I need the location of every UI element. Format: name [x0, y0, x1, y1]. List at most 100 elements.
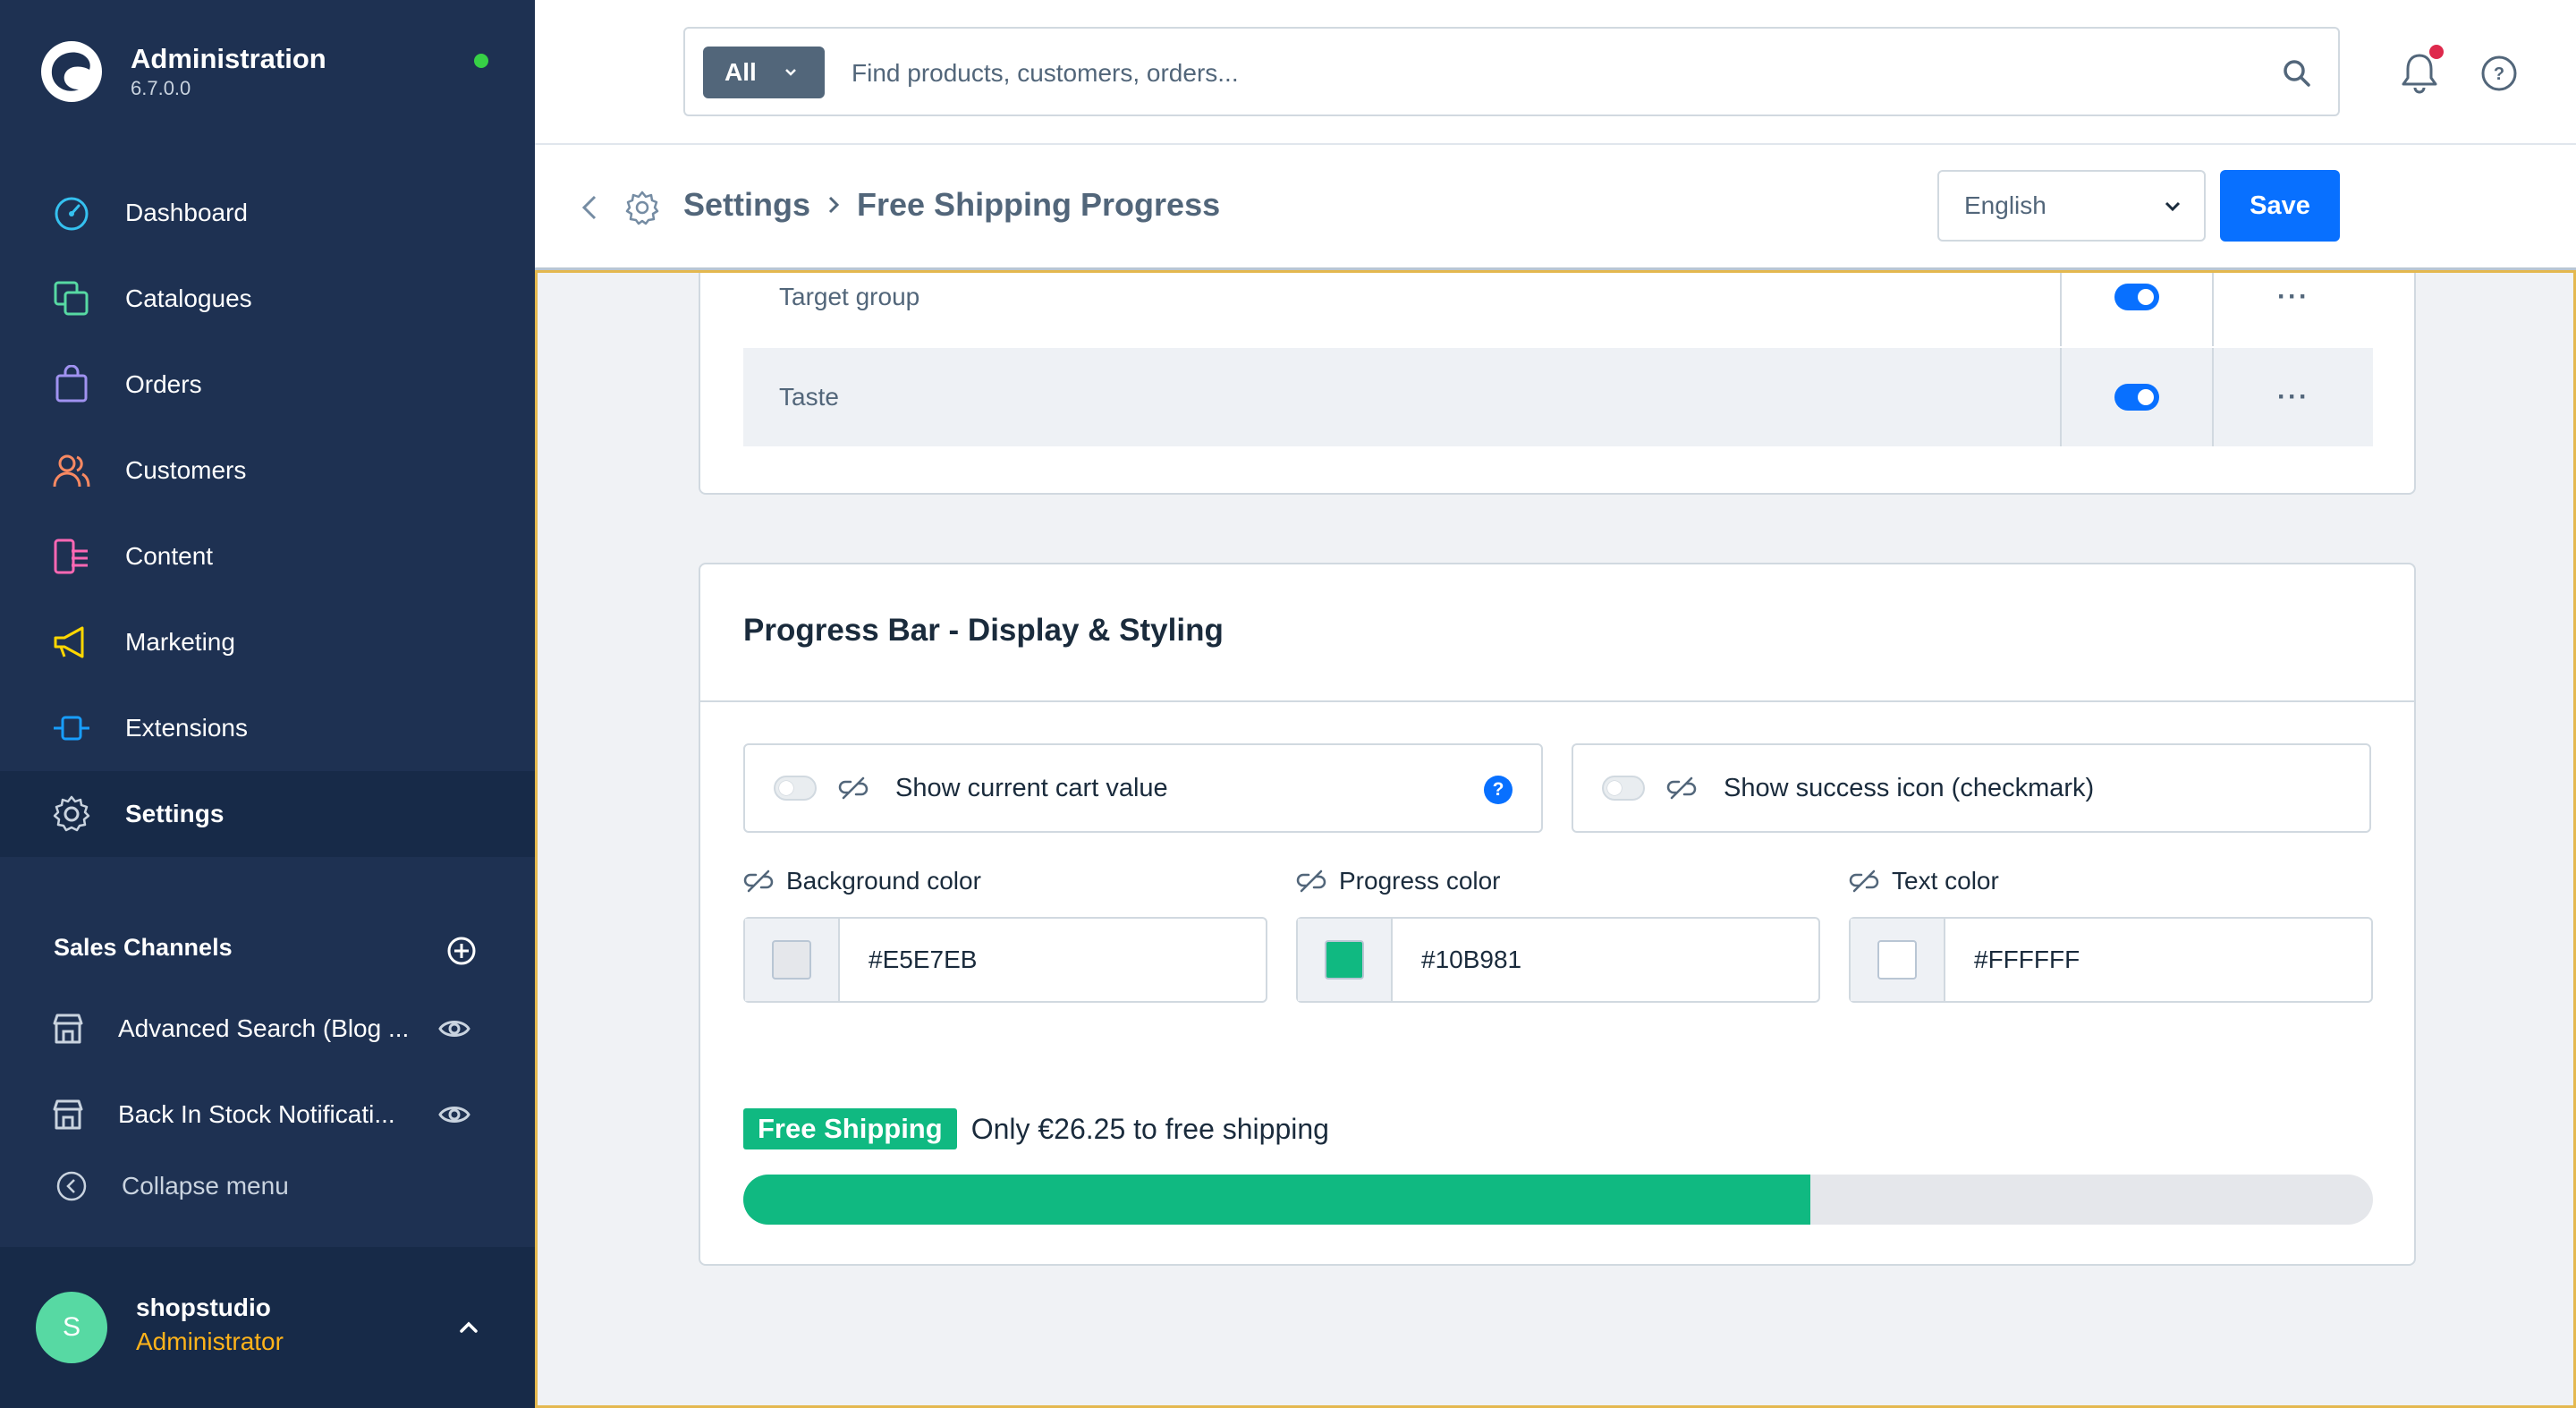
search-type-dropdown[interactable]: All	[703, 47, 825, 98]
background-color-input[interactable]: #E5E7EB	[743, 917, 1267, 1003]
shopware-logo-icon	[41, 41, 102, 102]
color-value[interactable]: #10B981	[1393, 919, 1521, 1001]
smart-bar: Settings Free Shipping Progress English …	[535, 145, 2576, 270]
progress-fill	[743, 1175, 1811, 1225]
nav-label-dashboard: Dashboard	[125, 199, 248, 226]
color-value[interactable]: #E5E7EB	[840, 919, 977, 1001]
avatar: S	[36, 1292, 107, 1363]
nav-item-marketing[interactable]: Marketing	[0, 599, 535, 685]
breadcrumb: Settings Free Shipping Progress	[683, 186, 1220, 224]
active-toggle[interactable]	[2114, 284, 2159, 310]
inheritance-link-icon[interactable]	[1849, 866, 1879, 896]
catalogues-icon	[54, 281, 89, 316]
nav-item-content[interactable]: Content	[0, 513, 535, 599]
search-input[interactable]	[852, 54, 2193, 93]
search-type-label: All	[724, 58, 757, 86]
help-tooltip-icon[interactable]: ?	[1484, 776, 1513, 804]
eye-icon[interactable]	[436, 1097, 472, 1132]
breadcrumb-parent[interactable]: Settings	[683, 186, 810, 224]
settings-icon	[53, 795, 90, 832]
swatch-box[interactable]	[745, 919, 840, 1001]
nav-label-marketing: Marketing	[125, 628, 235, 656]
show-cart-value-toggle[interactable]	[774, 776, 817, 801]
nav-label-orders: Orders	[125, 370, 202, 398]
svg-text:?: ?	[2494, 64, 2504, 84]
color-value[interactable]: #FFFFFF	[1945, 919, 2080, 1001]
page-title: Free Shipping Progress	[857, 186, 1221, 223]
online-status-dot	[474, 54, 488, 68]
orders-icon	[55, 365, 88, 403]
background-color-field: Background color #E5E7EB	[743, 863, 1267, 1003]
color-label-row: Background color	[743, 863, 1267, 899]
settings-content[interactable]: Target group ··· Taste ··· Progress Bar …	[535, 270, 2576, 1408]
swatch-box[interactable]	[1851, 919, 1945, 1001]
progress-bar-card: Progress Bar - Display & Styling Show cu…	[699, 563, 2416, 1266]
show-success-icon-toggle[interactable]	[1602, 776, 1645, 801]
search-icon[interactable]	[2279, 55, 2315, 91]
sales-channel-item[interactable]: Advanced Search (Blog ...	[50, 1002, 515, 1056]
inheritance-link-icon[interactable]	[838, 773, 869, 803]
nav-item-dashboard[interactable]: Dashboard	[0, 170, 535, 256]
active-toggle[interactable]	[2114, 384, 2159, 411]
user-role: Administrator	[136, 1327, 284, 1355]
nav-label-content: Content	[125, 542, 214, 570]
table-row[interactable]: Taste ···	[743, 348, 2373, 446]
brand-title: Administration	[131, 43, 326, 74]
property-active-cell	[2062, 348, 2214, 446]
nav-item-extensions[interactable]: Extensions	[0, 685, 535, 771]
brand[interactable]: Administration 6.7.0.0	[39, 39, 326, 104]
nav-item-settings[interactable]: Settings	[0, 771, 535, 857]
card-divider	[700, 700, 2414, 702]
brand-version: 6.7.0.0	[131, 77, 191, 99]
nav-label-customers: Customers	[125, 456, 247, 484]
text-color-field: Text color #FFFFFF	[1849, 863, 2373, 1003]
help-icon[interactable]: ?	[2479, 54, 2519, 93]
progress-color-input[interactable]: #10B981	[1296, 917, 1820, 1003]
nav-item-customers[interactable]: Customers	[0, 428, 535, 513]
sales-channels-title: Sales Channels	[54, 934, 233, 961]
language-value: English	[1964, 191, 2046, 219]
show-success-icon-label: Show success icon (checkmark)	[1724, 773, 2095, 802]
nav-item-catalogues[interactable]: Catalogues	[0, 256, 535, 342]
sales-channel-label: Back In Stock Notificati...	[118, 1100, 395, 1128]
content-icon	[54, 539, 88, 574]
user-menu[interactable]: S shopstudio Administrator	[0, 1247, 535, 1408]
swatch-box[interactable]	[1298, 919, 1393, 1001]
text-color-label: Text color	[1892, 867, 1999, 895]
background-color-label: Background color	[786, 867, 981, 895]
chevron-down-icon	[2165, 201, 2181, 212]
notification-badge	[2429, 45, 2444, 59]
collapse-menu-button[interactable]: Collapse menu	[54, 1168, 289, 1204]
inheritance-link-icon[interactable]	[1666, 773, 1697, 803]
chevron-up-icon[interactable]	[453, 1311, 485, 1344]
inheritance-link-icon[interactable]	[743, 866, 774, 896]
row-actions-icon[interactable]: ···	[2214, 348, 2373, 446]
back-arrow-icon[interactable]	[572, 190, 608, 225]
add-sales-channel-icon[interactable]	[444, 933, 479, 969]
progress-preview-header: Free Shipping Only €26.25 to free shippi…	[743, 1108, 1329, 1149]
sidebar: Administration 6.7.0.0 Dashboard Catalog…	[0, 0, 535, 1408]
nav-item-orders[interactable]: Orders	[0, 342, 535, 428]
user-name: shopstudio	[136, 1293, 271, 1321]
show-success-icon-field: Show success icon (checkmark)	[1572, 743, 2371, 833]
inheritance-link-icon[interactable]	[1296, 866, 1326, 896]
save-button[interactable]: Save	[2220, 170, 2340, 242]
language-select[interactable]: English	[1937, 170, 2206, 242]
show-cart-value-field: Show current cart value ?	[743, 743, 1543, 833]
progress-color-label: Progress color	[1339, 867, 1501, 895]
sales-channel-label: Advanced Search (Blog ...	[118, 1014, 410, 1042]
text-color-input[interactable]: #FFFFFF	[1849, 917, 2373, 1003]
properties-card: Target group ··· Taste ···	[699, 273, 2416, 495]
chevron-right-icon	[828, 196, 840, 214]
global-search: All	[683, 27, 2340, 116]
dashboard-icon	[55, 197, 89, 231]
property-name: Taste	[743, 348, 2062, 446]
collapse-menu-label: Collapse menu	[122, 1172, 289, 1200]
top-bar: All ?	[535, 0, 2576, 145]
row-actions-icon[interactable]: ···	[2214, 273, 2373, 346]
color-label-row: Progress color	[1296, 863, 1820, 899]
chevron-down-icon	[785, 69, 796, 76]
sales-channel-item[interactable]: Back In Stock Notificati...	[50, 1088, 515, 1141]
eye-icon[interactable]	[436, 1011, 472, 1047]
table-row[interactable]: Target group ···	[743, 273, 2373, 346]
